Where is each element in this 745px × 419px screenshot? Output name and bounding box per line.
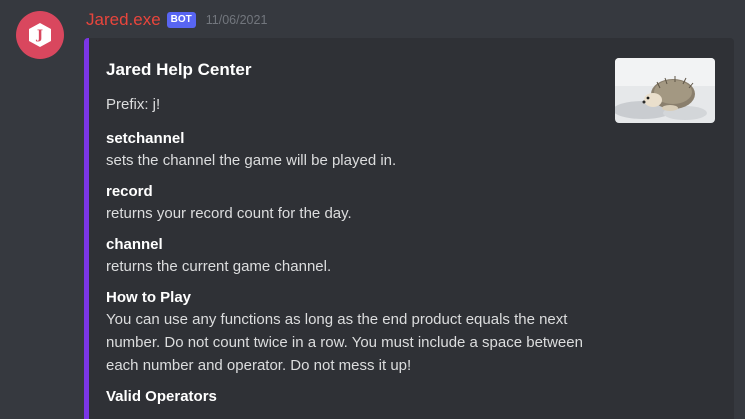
field-value: You can use any functions as long as the… <box>106 311 583 374</box>
field-how-to-play: How to Play You can use any functions as… <box>106 287 586 377</box>
field-value: sets the channel the game will be played… <box>106 152 397 169</box>
embed-thumbnail[interactable] <box>615 58 715 123</box>
embed-fields: setchannel sets the channel the game wil… <box>106 128 586 416</box>
field-name: Valid Operators <box>106 388 217 405</box>
field-channel: channel returns the current game channel… <box>106 234 586 278</box>
hexagon-logo-icon: J <box>29 23 51 47</box>
field-value: returns the current game channel. <box>106 258 332 275</box>
embed-title: Jared Help Center <box>106 60 252 79</box>
field-name: record <box>106 183 153 200</box>
chat-message: J Jared.exe BOT 11/06/2021 Jared Help Ce… <box>0 0 745 419</box>
field-value: returns your record count for the day. <box>106 205 352 222</box>
hedgehog-image <box>615 58 715 123</box>
bot-avatar[interactable]: J <box>16 11 64 59</box>
embed-description: Prefix: j! <box>106 96 161 113</box>
field-valid-operators: Valid Operators <box>106 386 586 407</box>
bot-badge: BOT <box>166 12 196 28</box>
field-name: setchannel <box>106 130 185 147</box>
field-name: How to Play <box>106 289 192 306</box>
message-header: Jared.exe BOT 11/06/2021 <box>86 9 267 31</box>
message-timestamp[interactable]: 11/06/2021 <box>206 13 268 27</box>
field-record: record returns your record count for the… <box>106 181 586 225</box>
field-name: channel <box>106 236 163 253</box>
field-setchannel: setchannel sets the channel the game wil… <box>106 128 586 172</box>
help-embed: Jared Help Center Prefix: j! setchannel … <box>84 38 734 419</box>
avatar-letter: J <box>36 28 44 43</box>
author-username[interactable]: Jared.exe <box>86 10 161 30</box>
